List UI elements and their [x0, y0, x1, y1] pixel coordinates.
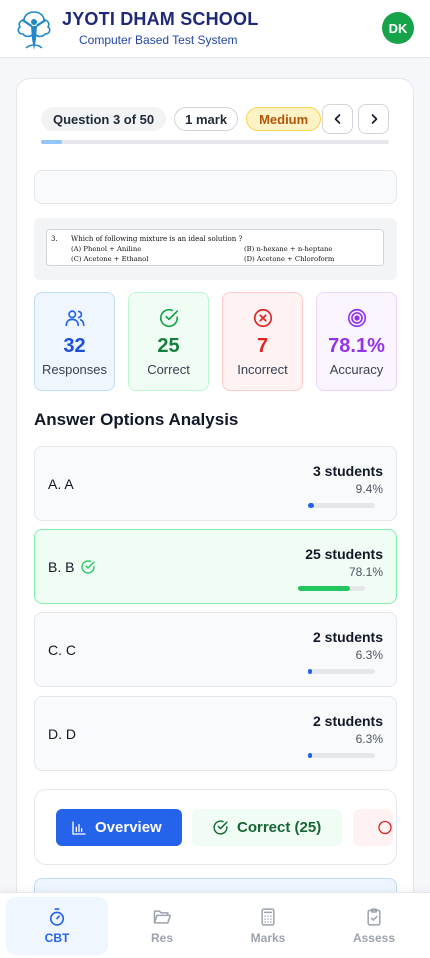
question-progress-fill: [41, 140, 62, 144]
results-tabs: Overview Correct (25): [34, 789, 397, 865]
option-student-count: 2 students: [312, 713, 383, 729]
option-row-a: A. A 3 students 9.4%: [34, 446, 397, 521]
question-bar: Question 3 of 50 1 mark Medium: [41, 107, 322, 131]
option-bar-track: [298, 586, 365, 591]
nav-label-assess: Assess: [352, 931, 396, 945]
correct-label: Correct: [147, 362, 190, 377]
option-student-count: 3 students: [312, 463, 383, 479]
nav-item-marks[interactable]: Marks: [217, 897, 319, 955]
option-label: C. C: [48, 642, 76, 658]
school-logo-icon: [17, 11, 51, 50]
correct-value: 25: [157, 335, 180, 357]
clipboard-check-icon: [367, 908, 381, 926]
option-bar-fill: [308, 753, 313, 758]
tab-incorrect[interactable]: [353, 809, 393, 846]
stat-responses: 32 Responses: [34, 292, 115, 391]
folder-open-icon: [153, 910, 172, 924]
nav-item-cbt[interactable]: CBT: [6, 897, 108, 955]
option-student-count: 25 students: [305, 546, 383, 562]
question-option-a: (A) Phenol + Aniline: [71, 245, 142, 253]
chevron-right-icon: [371, 114, 377, 124]
question-option-d: (D) Acetone + Chloroform: [244, 255, 335, 263]
check-circle-icon: [159, 309, 178, 327]
school-subtitle: Computer Based Test System: [79, 33, 238, 47]
user-avatar[interactable]: DK: [382, 12, 414, 44]
tab-overview-label: Overview: [95, 819, 162, 836]
users-icon: [64, 310, 85, 327]
accuracy-label: Accuracy: [329, 362, 384, 377]
stat-accuracy: 78.1% Accuracy: [316, 292, 397, 391]
next-question-button[interactable]: [358, 104, 389, 134]
option-percent: 6.3%: [355, 648, 383, 662]
question-image-panel: 3. Which of following mixture is an idea…: [34, 218, 397, 280]
tab-overview[interactable]: Overview: [56, 809, 182, 846]
question-text: Which of following mixture is an ideal s…: [71, 235, 243, 243]
incorrect-value: 7: [256, 335, 269, 357]
x-circle-icon: [253, 308, 272, 328]
question-number: 3.: [51, 235, 58, 243]
option-label-text: C. C: [48, 642, 76, 658]
app-header: JYOTI DHAM SCHOOL Computer Based Test Sy…: [0, 0, 430, 58]
nav-item-res[interactable]: Res: [111, 897, 213, 955]
incorrect-label: Incorrect: [237, 362, 288, 377]
nav-item-assess[interactable]: Assess: [323, 897, 425, 955]
option-label: D. D: [48, 726, 76, 742]
responses-value: 32: [63, 335, 86, 357]
school-name: JYOTI DHAM SCHOOL: [62, 9, 259, 29]
stat-correct: 25 Correct: [128, 292, 209, 391]
option-row-d: D. D 2 students 6.3%: [34, 696, 397, 771]
target-icon: [347, 308, 366, 328]
option-row-b: B. B 25 students 78.1%: [34, 529, 397, 604]
previous-question-button[interactable]: [322, 104, 353, 134]
accuracy-value: 78.1%: [328, 335, 385, 357]
option-row-c: C. C 2 students 6.3%: [34, 612, 397, 687]
stat-incorrect: 7 Incorrect: [222, 292, 303, 391]
option-student-count: 2 students: [312, 629, 383, 645]
bottom-navigation: CBT Res Marks Assess: [0, 892, 430, 958]
option-bar-track: [308, 503, 375, 508]
option-bar-track: [308, 669, 375, 674]
option-percent: 78.1%: [348, 565, 383, 579]
option-label-text: A. A: [48, 476, 74, 492]
option-bar-track: [308, 753, 375, 758]
calculator-icon: [261, 908, 275, 926]
question-progress-bar: [41, 140, 389, 144]
question-option-b: (B) n-hexane + n-heptane: [244, 245, 333, 253]
option-percent: 9.4%: [355, 482, 383, 496]
check-circle-icon: [213, 820, 228, 835]
option-bar-fill: [298, 586, 351, 591]
question-header-box: [34, 170, 397, 204]
stopwatch-icon: [49, 908, 65, 926]
x-circle-icon: [378, 820, 392, 835]
difficulty-badge: Medium: [246, 107, 322, 131]
responses-label: Responses: [41, 362, 108, 377]
option-percent: 6.3%: [355, 732, 383, 746]
bar-chart-icon: [72, 820, 86, 835]
option-bar-fill: [308, 503, 315, 508]
question-content: 3. Which of following mixture is an idea…: [46, 229, 384, 266]
nav-label-marks: Marks: [250, 931, 286, 945]
question-counter: Question 3 of 50: [41, 107, 167, 131]
question-option-c: (C) Acetone + Ethanol: [71, 255, 149, 263]
option-label-text: B. B: [48, 559, 75, 575]
tab-correct-label: Correct (25): [237, 819, 322, 836]
option-bar-fill: [308, 669, 313, 674]
answer-analysis-title: Answer Options Analysis: [34, 410, 239, 429]
option-label: A. A: [48, 476, 74, 492]
option-label-text: D. D: [48, 726, 76, 742]
option-label: B. B: [48, 559, 96, 575]
chevron-left-icon: [334, 114, 340, 124]
nav-label-res: Res: [150, 931, 173, 945]
tab-correct[interactable]: Correct (25): [192, 809, 342, 846]
correct-answer-check-icon: [81, 560, 96, 574]
nav-label-cbt: CBT: [44, 931, 70, 945]
marks-badge: 1 mark: [174, 107, 239, 131]
